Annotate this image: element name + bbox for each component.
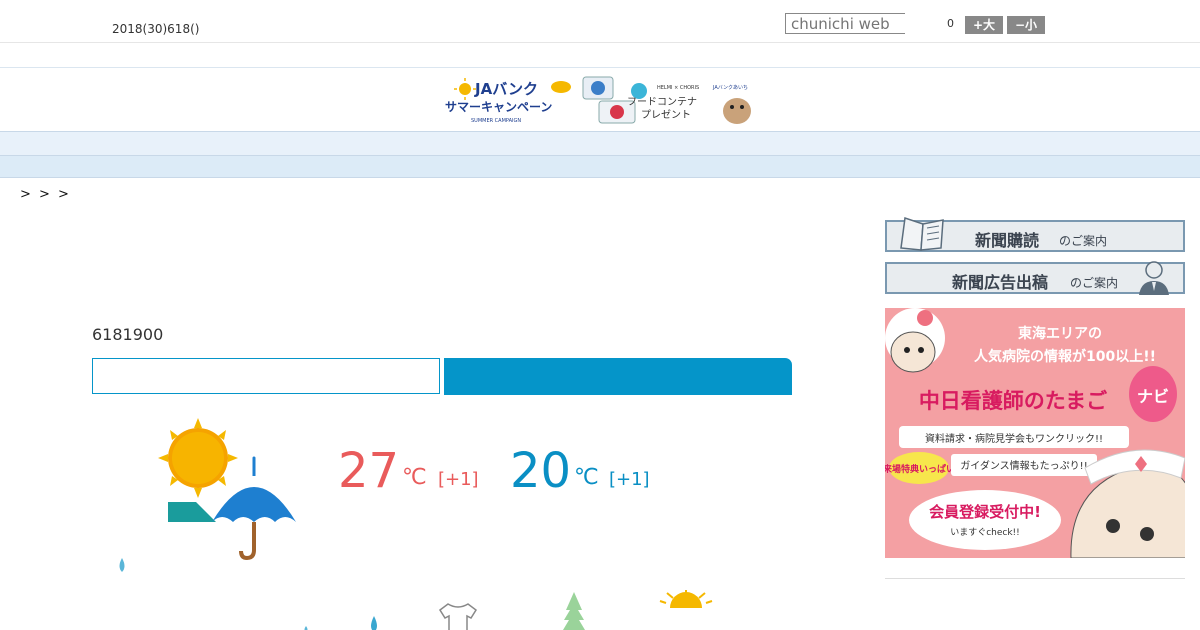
date-label: 2018(30)618() <box>112 22 200 36</box>
breadcrumb: > > > <box>20 187 71 202</box>
ad-line5: ガイダンス情報もたっぷり!! <box>960 459 1087 472</box>
raindrop-small-icon <box>304 626 308 630</box>
banner-brand: HELMI × CHORIS <box>657 85 699 91</box>
nurse-navi-ad[interactable]: 東海エリアの 人気病院の情報が100以上!! 中日看護師のたまご ナビ 資料請求… <box>885 308 1185 558</box>
ad-tag: 来場特典いっぱい <box>885 463 955 475</box>
nav-item[interactable] <box>738 135 764 154</box>
search-input[interactable] <box>785 13 905 34</box>
ad-line3: 中日看護師のたまご <box>919 389 1107 413</box>
svg-text:SUMMER CAMPAIGN: SUMMER CAMPAIGN <box>471 118 521 124</box>
raindrop-icon <box>371 616 377 630</box>
svg-text:JAバンクあいち: JAバンクあいち <box>712 85 748 91</box>
ja-bank-banner[interactable]: JAバンク サマーキャンペーン SUMMER CAMPAIGN HELMI × … <box>441 75 759 125</box>
advertise-label: 新聞広告出稿 <box>952 273 1049 292</box>
low-temp-diff: [+1] <box>609 469 650 490</box>
nurse-ad-graphic: 東海エリアの 人気病院の情報が100以上!! 中日看護師のたまご ナビ 資料請求… <box>885 308 1185 558</box>
tshirt-icon <box>438 603 478 630</box>
index-icons-row <box>304 590 713 630</box>
banner-line1: JAバンク <box>474 80 538 98</box>
nav-item[interactable] <box>178 135 204 154</box>
low-temp-unit: ℃ <box>574 465 599 490</box>
header-band <box>0 43 1200 68</box>
banner-line4: プレゼント <box>641 109 691 121</box>
sunny-then-rain-icon <box>119 418 296 572</box>
nav-item[interactable] <box>578 135 604 154</box>
ad-line2: 人気病院の情報が100以上!! <box>974 348 1156 365</box>
tab-tomorrow[interactable] <box>444 358 792 395</box>
sun-small-icon <box>659 590 713 608</box>
subscribe-sub-label: のご案内 <box>1059 234 1108 248</box>
tree-icon <box>563 592 585 630</box>
ad-line4: 資料請求・病院見学会もワンクリック!! <box>925 432 1103 445</box>
high-temp-unit: ℃ <box>402 465 427 490</box>
nav-item[interactable] <box>498 135 524 154</box>
nav-item[interactable] <box>338 135 364 154</box>
ad-line7: いますぐcheck!! <box>950 527 1020 538</box>
high-temp-value: 27 <box>338 443 400 499</box>
ad-line6: 会員登録受付中! <box>929 503 1041 521</box>
ad-badge: ナビ <box>1137 387 1169 406</box>
ad-line1: 東海エリアの <box>1018 325 1102 342</box>
banner-graphic: JAバンク サマーキャンペーン SUMMER CAMPAIGN HELMI × … <box>445 76 751 124</box>
advertise-button[interactable]: 新聞広告出稿 のご案内 <box>885 261 1185 295</box>
tab-today[interactable] <box>92 358 440 394</box>
banner-line2: サマーキャンペーン <box>445 100 552 114</box>
forecast-title: 6181900 <box>92 325 164 344</box>
sidebar-divider <box>885 578 1185 579</box>
nav-item[interactable] <box>418 135 444 154</box>
font-smaller-button[interactable]: −小 <box>1007 16 1045 34</box>
nav-item[interactable] <box>258 135 284 154</box>
nav-item[interactable] <box>818 135 844 154</box>
high-temp-diff: [+1] <box>438 469 479 490</box>
person-icon <box>1139 261 1169 295</box>
banner-line3: フードコンテナ <box>627 96 697 108</box>
font-size-counter: 0 <box>947 17 954 30</box>
font-larger-button[interactable]: +大 <box>965 16 1003 34</box>
sub-nav <box>0 156 1200 178</box>
advertise-sub-label: のご案内 <box>1070 276 1119 290</box>
newspaper-icon <box>900 217 944 251</box>
subscribe-button[interactable]: 新聞購読 のご案内 <box>885 217 1185 252</box>
low-temp-value: 20 <box>510 443 572 499</box>
subscribe-label: 新聞購読 <box>975 231 1040 250</box>
nav-item[interactable] <box>658 135 684 154</box>
